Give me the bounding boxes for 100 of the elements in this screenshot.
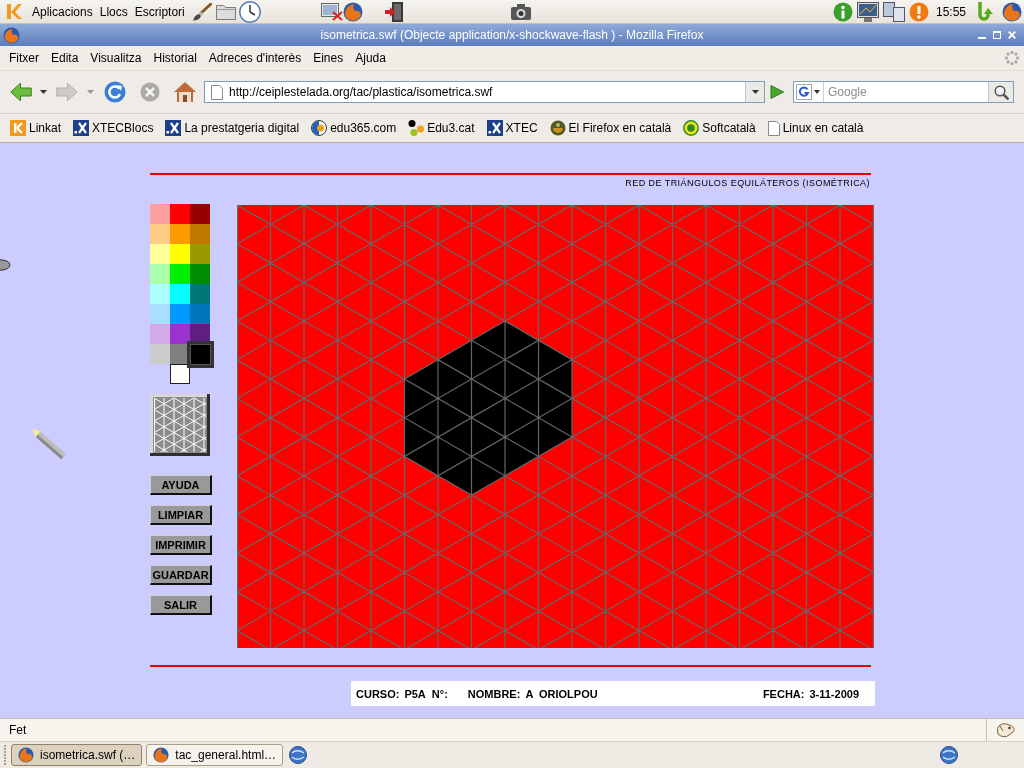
color-swatch[interactable] [190,304,210,324]
color-swatch[interactable] [150,304,170,324]
monitor-icon[interactable] [856,1,879,22]
door-arrow-icon[interactable] [384,1,403,22]
color-swatch[interactable] [170,264,190,284]
color-swatch[interactable] [190,324,210,344]
color-swatch[interactable] [150,344,170,364]
menu-item[interactable]: Adreces d'interès [208,51,302,65]
task-button[interactable]: isometrica.swf (… [11,744,143,766]
caret-icon[interactable] [40,90,47,94]
address-bar[interactable]: http://ceiplestelada.org/tac/plastica/isometrica.swf [204,81,765,103]
menu-item[interactable]: Visualitza [90,51,142,65]
triangle-grid-icon[interactable] [150,394,210,456]
folder-icon[interactable] [215,3,236,20]
color-swatch[interactable] [190,284,210,304]
color-swatch[interactable] [187,341,214,368]
bookmark-link[interactable]: XTEC [486,120,538,136]
menu-item[interactable]: Historial [153,51,197,65]
logo-icon[interactable] [7,3,22,20]
action-button[interactable]: AYUDA [150,475,212,495]
info-icon[interactable] [832,1,853,22]
paintbrush-icon[interactable] [191,2,212,21]
bookmark-link[interactable]: La prestatgeria digital [165,120,300,136]
search-icon [993,84,1009,100]
action-button[interactable]: LIMPIAR [150,505,212,525]
bookmark-link[interactable]: XTECBlocs [73,120,154,136]
action-button[interactable]: GUARDAR [150,565,212,585]
search-engine-button[interactable] [794,82,824,102]
color-swatch[interactable] [170,284,190,304]
fox-globe-icon[interactable] [1002,1,1022,22]
color-swatch[interactable] [190,204,210,224]
monitor-cross-icon[interactable] [320,2,343,21]
cross-tile-icon [73,120,90,136]
color-swatch[interactable] [170,244,190,264]
warning-icon[interactable] [908,1,929,22]
color-swatch[interactable] [190,224,210,244]
dropdown-button[interactable] [745,82,764,102]
action-button[interactable]: SALIR [150,595,212,615]
page-title: RED DE TRIÁNGULOS EQUILÁTEROS (ISOMÉTRICA) [625,178,870,189]
search-field[interactable]: Google [824,83,988,101]
panel-menu[interactable]: Aplicacions [32,4,93,19]
pencil-icon [29,426,67,460]
field-label: NOMBRE: [467,687,521,700]
globe-icon[interactable] [289,746,308,764]
menu-item[interactable]: Ajuda [355,51,386,65]
color-swatch[interactable] [170,304,190,324]
url-field[interactable]: http://ceiplestelada.org/tac/plastica/isometrica.swf [223,83,745,101]
bookmark-link[interactable]: Linux en català [767,120,864,136]
color-swatch[interactable] [170,344,190,364]
color-swatch[interactable] [150,224,170,244]
color-swatch[interactable] [170,204,190,224]
back-icon[interactable] [10,82,32,102]
field-label: FECHA: [762,687,805,700]
color-swatch[interactable] [170,364,190,384]
color-swatch[interactable] [170,224,190,244]
page-icon [767,120,780,136]
menu-item[interactable]: Fitxer [9,51,39,65]
home-icon[interactable] [174,82,196,102]
camera-icon[interactable] [510,3,531,20]
panel-menu[interactable]: Escriptori [134,4,185,19]
cross-tile-icon [486,120,503,136]
field-label: N°: [431,687,448,700]
bookmark-link[interactable]: El Firefox en català [549,120,672,136]
grip-icon[interactable] [4,745,7,765]
clock-text[interactable]: 15:55 [935,4,966,19]
field-value: P5A [404,687,426,700]
field-value: 3-11-2009 [809,687,859,700]
animal-head-icon[interactable] [995,722,1016,738]
search-button[interactable] [988,82,1013,102]
color-swatch[interactable] [170,324,190,344]
color-swatch[interactable] [190,244,210,264]
menu-item[interactable]: Eines [313,51,344,65]
bookmark-link[interactable]: edu365.com [311,120,397,136]
fox-globe-icon[interactable] [342,1,363,22]
search-bar[interactable]: Google [793,81,1014,103]
color-swatch[interactable] [150,244,170,264]
bookmark-link[interactable]: Softcatalà [683,120,756,136]
computers-icon[interactable] [882,1,905,22]
task-button[interactable]: tac_general.html… [146,744,284,766]
color-swatch[interactable] [150,204,170,224]
color-swatch[interactable] [150,284,170,304]
round-badge-icon [311,120,328,136]
menu-item[interactable]: Edita [51,51,79,65]
color-swatch[interactable] [190,264,210,284]
panel-menu[interactable]: Llocs [99,4,128,19]
close-icon[interactable] [1008,31,1016,39]
status-text: Fet [9,723,27,737]
action-button[interactable]: IMPRIMIR [150,535,212,555]
bookmark-link[interactable]: Edu3.cat [408,120,475,136]
globe-icon[interactable] [940,746,958,764]
go-arrow-icon[interactable] [770,85,784,99]
maximize-icon[interactable] [993,31,1001,39]
search-engine-icon [796,84,812,100]
bookmark-link[interactable]: Linkat [10,120,62,136]
color-swatch[interactable] [150,264,170,284]
fox-globe-icon[interactable] [3,26,20,44]
clock-icon[interactable] [238,0,261,23]
color-swatch[interactable] [150,324,170,344]
reload-icon[interactable] [104,81,126,103]
hook-arrow-icon[interactable] [976,1,994,22]
